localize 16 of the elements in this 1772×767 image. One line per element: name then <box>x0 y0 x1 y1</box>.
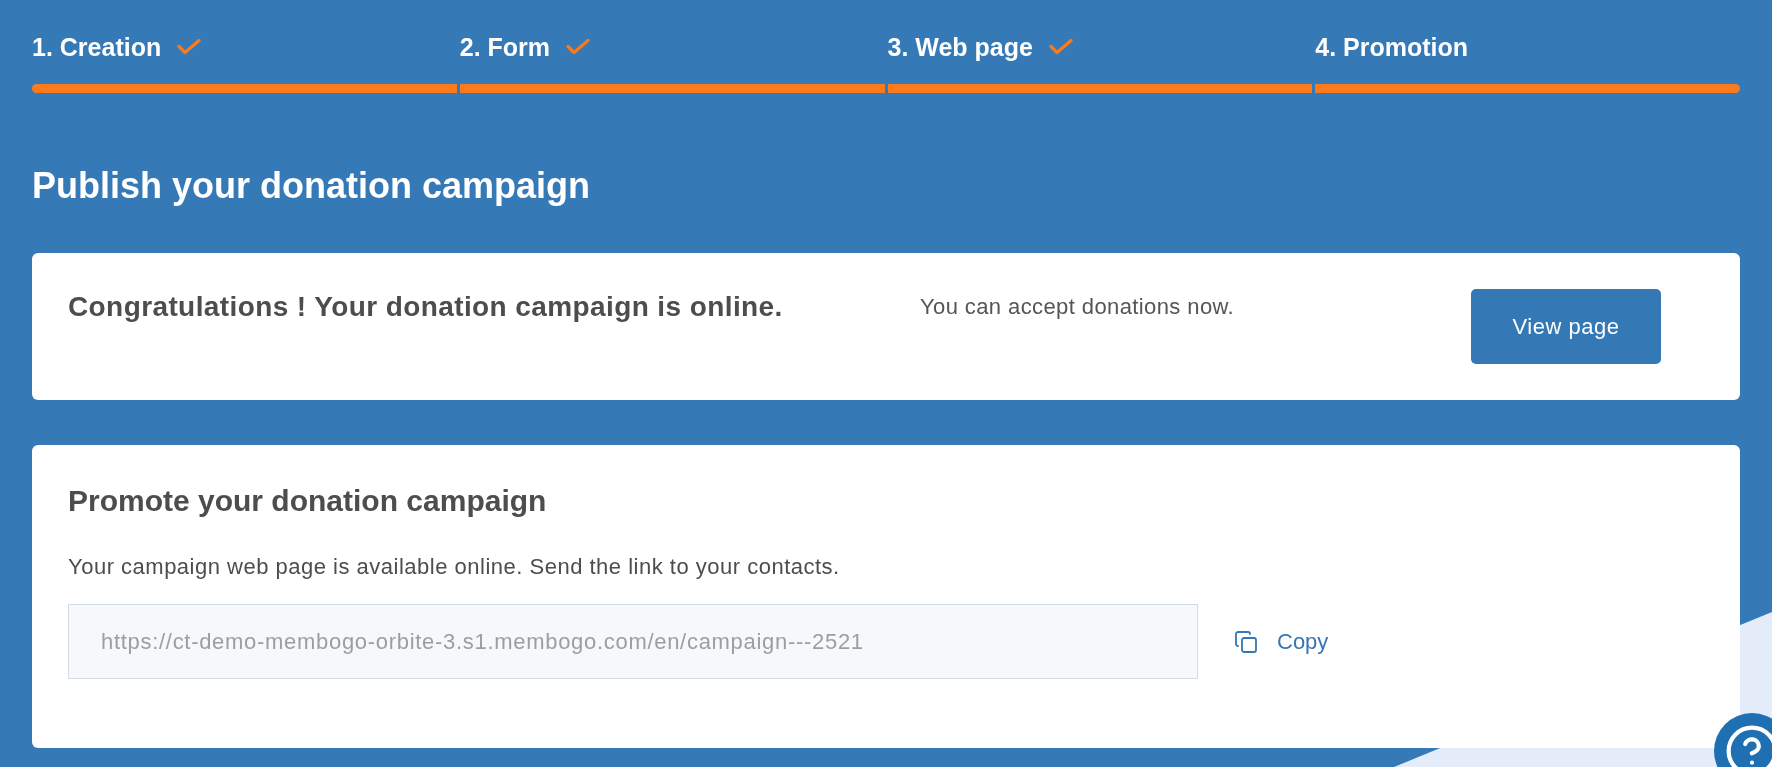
view-page-button[interactable]: View page <box>1471 289 1661 364</box>
link-field[interactable]: https://ct-demo-membogo-orbite-3.s1.membogo.com/en/campaign---2521 <box>68 604 1198 679</box>
step-label: 3. Web page <box>887 32 1033 62</box>
check-icon <box>1048 39 1073 55</box>
promote-text: Your campaign web page is available online. Send the link to your contacts. <box>68 553 841 581</box>
page-title: Publish your donation campaign <box>32 165 592 207</box>
promote-heading: Promote your donation campaign <box>68 483 548 519</box>
step-label: 2. Form <box>459 32 551 62</box>
check-icon <box>177 39 202 55</box>
check-icon <box>566 39 591 55</box>
step-label: 1. Creation <box>32 32 162 62</box>
status-heading: Congratulations ! Your donation campaign is online. <box>68 291 783 322</box>
copy-icon <box>1234 629 1258 654</box>
step-label: 4. Promotion <box>1315 32 1469 62</box>
copy-button[interactable]: Copy <box>1234 625 1329 658</box>
status-message: You can accept donations now. <box>920 294 1235 319</box>
